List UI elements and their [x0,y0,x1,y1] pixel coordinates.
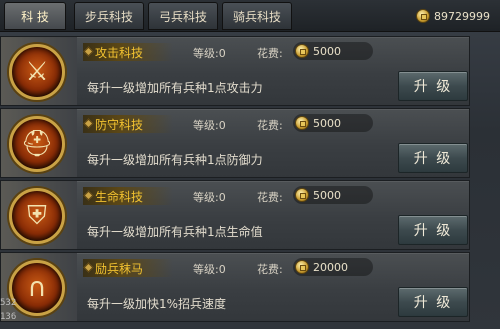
side-number: 136 [0,312,17,322]
tech-name-plate: 防守科技 [83,115,173,133]
currency-display: 89729999 [416,6,490,26]
tech-level: 等级:0 [193,47,226,60]
horseshoe-icon: ∩ [9,260,65,316]
tech-name: 励兵秣马 [95,261,144,276]
tech-name-plate: 励兵秣马 [83,259,173,277]
tech-level: 等级:0 [193,191,226,204]
tech-description: 每升一级增加所有兵种1点防御力 [87,153,263,167]
cost-label: 花费: [257,119,283,132]
tab-cavalry-tech[interactable]: 骑兵科技 [222,2,292,30]
currency-amount: 89729999 [434,9,490,23]
tech-description: 每升一级加快1%招兵速度 [87,297,227,311]
tech-row-attack: ⚔ 攻击科技 等级:0 花费: 5000 每升一级增加所有兵种1点攻击力 升 级 [0,36,470,106]
cost-label: 花费: [257,191,283,204]
cost-amount: 20000 [313,260,348,274]
cost-amount: 5000 [313,116,341,130]
tab-bar: 科 技 步兵科技 弓兵科技 骑兵科技 89729999 [0,0,500,32]
coin-icon [295,188,309,202]
cost-label: 花费: [257,263,283,276]
diamond-icon [83,262,94,273]
tech-level: 等级:0 [193,119,226,132]
tab-infantry-tech[interactable]: 步兵科技 [74,2,144,30]
axe-icon: ⚔ [9,44,65,100]
upgrade-button[interactable]: 升 级 [398,143,468,173]
tab-archer-tech[interactable]: 弓兵科技 [148,2,218,30]
diamond-icon [83,190,94,201]
game-panel: 科 技 步兵科技 弓兵科技 骑兵科技 89729999 ⚔ 攻击科技 等级:0 … [0,0,500,329]
cost-display: 5000 [293,114,373,132]
upgrade-button[interactable]: 升 级 [398,287,468,317]
cost-display: 20000 [293,258,373,276]
tech-name-plate: 攻击科技 [83,43,173,61]
coin-icon [295,116,309,130]
tech-description: 每升一级增加所有兵种1点攻击力 [87,81,263,95]
coin-icon [295,260,309,274]
cost-display: 5000 [293,42,373,60]
tech-name: 防守科技 [95,117,144,132]
cost-display: 5000 [293,186,373,204]
tech-row-defense: ⛑ 防守科技 等级:0 花费: 5000 每升一级增加所有兵种1点防御力 升 级 [0,108,470,178]
armor-icon: ⛨ [9,188,65,244]
tab-tech[interactable]: 科 技 [4,2,66,30]
tech-row-health: ⛨ 生命科技 等级:0 花费: 5000 每升一级增加所有兵种1点生命值 升 级 [0,180,470,250]
upgrade-button[interactable]: 升 级 [398,71,468,101]
coin-icon [416,9,430,23]
cost-amount: 5000 [313,44,341,58]
helmet-icon: ⛑ [9,116,65,172]
diamond-icon [83,118,94,129]
upgrade-button[interactable]: 升 级 [398,215,468,245]
side-number: 532 [0,298,17,308]
diamond-icon [83,46,94,57]
cost-amount: 5000 [313,188,341,202]
tech-level: 等级:0 [193,263,226,276]
tech-description: 每升一级增加所有兵种1点生命值 [87,225,263,239]
tech-name: 攻击科技 [95,45,144,60]
tech-row-recruit: ∩ 励兵秣马 等级:0 花费: 20000 每升一级加快1%招兵速度 升 级 [0,252,470,322]
cost-label: 花费: [257,47,283,60]
tech-name: 生命科技 [95,189,144,204]
tech-name-plate: 生命科技 [83,187,173,205]
coin-icon [295,44,309,58]
